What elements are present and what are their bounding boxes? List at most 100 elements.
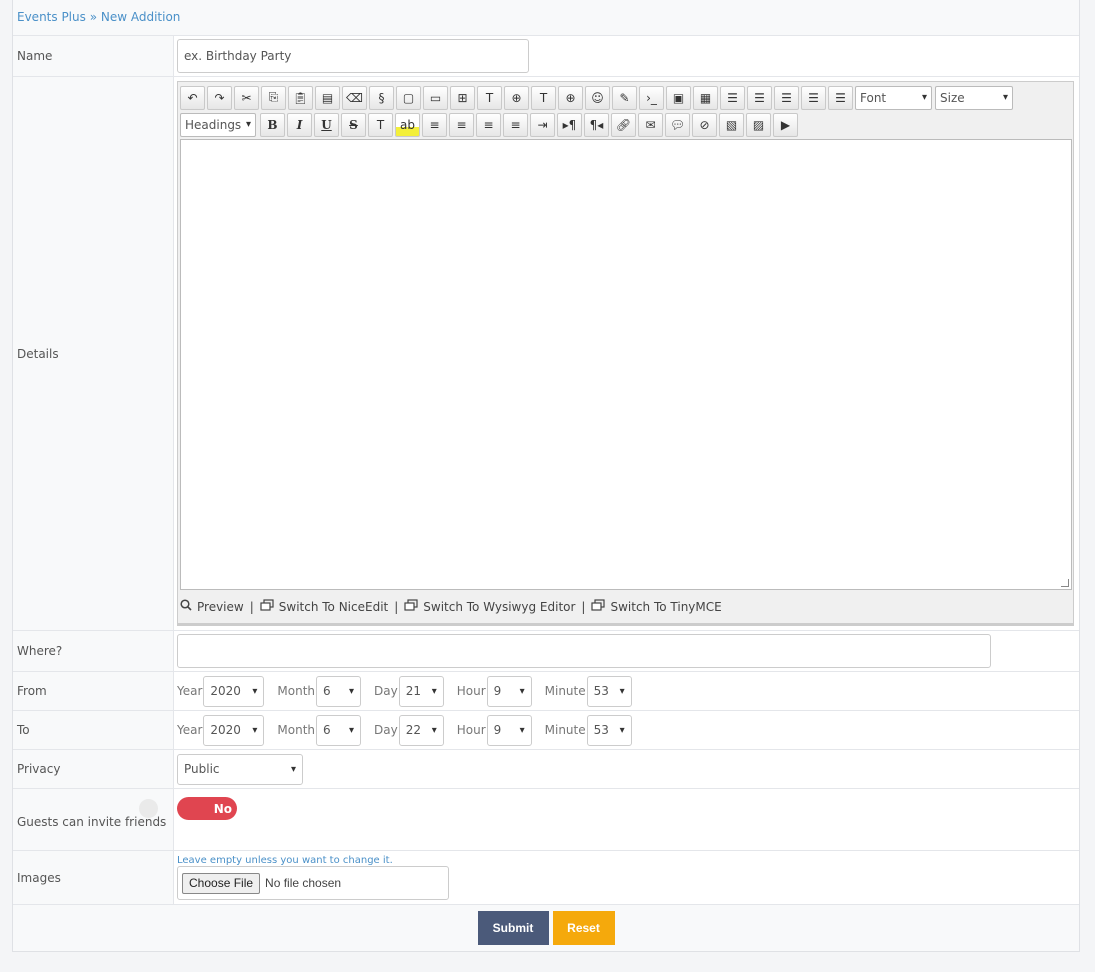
month-label: Month [277,684,316,698]
switch-tinymce-link[interactable]: Switch To TinyMCE [591,599,722,614]
privacy-select[interactable]: Public ▾ [177,753,303,785]
html-code-icon[interactable]: ▦ [693,85,718,110]
reset-button[interactable]: Reset [552,911,615,945]
text-down-icon[interactable]: T [531,85,556,110]
to-day-select[interactable]: 22 ▾ [398,714,444,746]
details-cell: ↶ ↷ ✂ ⎘ 📋︎ ▤ ⌫ § ▢ ▭ ⊞ T ⊕ T ⊕ ☺ ✎ ›_ ▣ … [174,77,1079,630]
switch-niceedit-link[interactable]: Switch To NiceEdit [260,599,388,614]
from-hour-select[interactable]: 9 ▾ [486,675,532,707]
privacy-row: Privacy Public ▾ [13,750,1079,789]
video-icon[interactable]: ▶ [773,112,798,137]
bold-button[interactable]: B [260,112,285,137]
year-label: Year [177,723,203,737]
guests-label-cell: Guests can invite friends [13,789,174,850]
to-row: To Year 2020 ▾ Month 6 ▾ Day 22 ▾ Hour 9… [13,711,1079,750]
quote-icon[interactable]: 💬︎ [665,112,690,137]
insert-bbcode-icon[interactable]: ⊕ [504,85,529,110]
highlight-icon[interactable]: ab [395,112,420,137]
from-month-select[interactable]: 6 ▾ [316,675,362,707]
paste-text-icon[interactable]: ▤ [315,85,340,110]
italic-button[interactable]: I [287,112,312,137]
unordered-list-icon[interactable]: ☰ [747,85,772,110]
align-center-icon[interactable]: ≡ [449,112,474,137]
month-label: Month [277,723,316,737]
image-icon[interactable]: ▭ [423,85,448,110]
remove-format-icon[interactable]: § [369,85,394,110]
to-minute-select[interactable]: 53 ▾ [586,714,632,746]
gallery-icon[interactable]: ▨ [746,112,771,137]
minute-label: Minute [544,723,586,737]
ltr-icon[interactable]: ▸¶ [557,112,582,137]
fullscreen-icon[interactable]: ▢ [396,85,421,110]
editor-toolbar-row-2: Headings ▾ B I U S T ab ≡ ≡ ≡ ≡ ⇥ ▸¶ ¶◂ [178,111,1073,138]
details-row: Details ↶ ↷ ✂ ⎘ 📋︎ ▤ ⌫ § ▢ ▭ ⊞ T ⊕ T ⊕ ☺… [13,77,1079,631]
outdent-list-icon[interactable]: ☰ [828,85,853,110]
chevron-down-icon: ▾ [252,724,258,736]
choose-file-button[interactable]: Choose File [182,872,261,894]
guests-invite-toggle[interactable]: No [177,797,237,820]
privacy-cell: Public ▾ [174,750,1079,788]
bbcode-down-icon[interactable]: ⊕ [558,85,583,110]
font-select[interactable]: Font ▾ [855,85,932,110]
chevron-down-icon: ▾ [619,724,625,736]
copy-icon[interactable]: ⎘ [261,85,286,110]
where-input[interactable] [177,634,991,668]
align-right-icon[interactable]: ≡ [476,112,501,137]
rtl-icon[interactable]: ¶◂ [584,112,609,137]
switch-wysiwyg-link[interactable]: Switch To Wysiwyg Editor [404,599,575,614]
text-color-icon[interactable]: T [368,112,393,137]
email-icon[interactable]: ✉ [638,112,663,137]
code-icon[interactable]: ›_ [639,85,664,110]
from-year-group: Year 2020 ▾ [177,675,265,707]
switch-window-icon [260,599,274,614]
redo-icon[interactable]: ↷ [207,85,232,110]
where-cell [174,631,1079,671]
switch-tinymce-label: Switch To TinyMCE [610,599,722,614]
eraser-icon[interactable]: ⌫ [342,85,367,110]
name-input[interactable] [177,39,529,73]
insert-text-icon[interactable]: T [477,85,502,110]
guests-cell: No [174,789,1079,850]
to-hour-select[interactable]: 9 ▾ [486,714,532,746]
align-justify-icon[interactable]: ≡ [503,112,528,137]
to-day-group: Day 22 ▾ [374,714,444,746]
to-year-group: Year 2020 ▾ [177,714,265,746]
editor-textarea[interactable] [180,139,1072,590]
insert-image-icon[interactable]: ⊞ [450,85,475,110]
photo-icon[interactable]: ▧ [719,112,744,137]
image-file-input[interactable]: Choose File No file chosen [177,866,449,900]
preview-link[interactable]: Preview [180,599,244,614]
submit-button[interactable]: Submit [477,911,549,945]
unlink-icon[interactable]: ⊘ [692,112,717,137]
where-label: Where? [13,631,174,671]
to-month-select[interactable]: 6 ▾ [316,714,362,746]
ordered-list-icon[interactable]: ☰ [720,85,745,110]
strikethrough-button[interactable]: S [341,112,366,137]
align-left-icon[interactable]: ≡ [422,112,447,137]
link-icon[interactable]: 🔗︎ [611,112,636,137]
bullet-list-icon[interactable]: ☰ [774,85,799,110]
from-day-value: 21 [405,684,422,698]
paste-icon[interactable]: 📋︎ [288,85,313,110]
footer-separator: | [581,599,586,614]
chevron-down-icon: ▾ [252,685,258,697]
undo-icon[interactable]: ↶ [180,85,205,110]
cut-icon[interactable]: ✂ [234,85,259,110]
rich-text-editor: ↶ ↷ ✂ ⎘ 📋︎ ▤ ⌫ § ▢ ▭ ⊞ T ⊕ T ⊕ ☺ ✎ ›_ ▣ … [177,81,1074,626]
indent-icon[interactable]: ⇥ [530,112,555,137]
underline-button[interactable]: U [314,112,339,137]
smiley-icon[interactable]: ☺ [585,85,610,110]
guests-toggle-label: No [213,801,232,816]
to-year-select[interactable]: 2020 ▾ [203,714,265,746]
from-day-select[interactable]: 21 ▾ [398,675,444,707]
resize-grip-icon[interactable] [1061,579,1069,587]
hour-label: Hour [456,684,486,698]
indent-list-icon[interactable]: ☰ [801,85,826,110]
from-minute-select[interactable]: 53 ▾ [586,675,632,707]
size-select[interactable]: Size ▾ [935,85,1013,110]
php-code-icon[interactable]: ▣ [666,85,691,110]
from-year-select[interactable]: 2020 ▾ [203,675,265,707]
headings-select[interactable]: Headings ▾ [180,112,256,137]
breadcrumb-root[interactable]: Events Plus [17,10,86,24]
spell-check-icon[interactable]: ✎ [612,85,637,110]
